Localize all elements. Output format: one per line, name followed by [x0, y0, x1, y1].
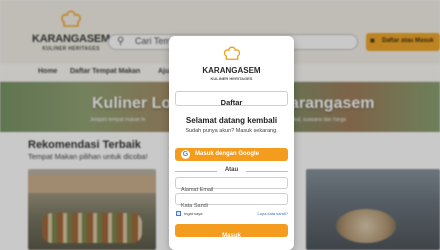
tab-register[interactable]: Daftar [175, 91, 288, 107]
divider-text: Atau [224, 167, 239, 173]
forgot-password-link[interactable]: Lupa kata sandi? [258, 211, 288, 216]
chef-hat-icon [223, 46, 240, 60]
divider-line [246, 171, 288, 172]
modal-logo-subtitle: KULINER HERITAGES [210, 76, 253, 81]
welcome-subtext: Sudah punya akun? Masuk sekarang. [185, 128, 278, 134]
password-field-wrapper [175, 193, 288, 211]
login-submit-label: Masuk [222, 233, 241, 239]
email-field-wrapper [175, 177, 288, 195]
login-modal: KARANGASEM KULINER HERITAGES Daftar Sela… [169, 36, 294, 250]
google-icon: G [181, 150, 190, 159]
google-login-button[interactable]: G Masuk dengan Google [175, 148, 288, 161]
modal-logo-brand: KARANGASEM [202, 66, 261, 75]
checkbox-box[interactable] [176, 211, 181, 216]
remember-me-checkbox[interactable]: Ingat saya [176, 210, 236, 217]
google-login-label: Masuk dengan Google [195, 151, 260, 157]
remember-me-label: Ingat saya [184, 211, 203, 216]
or-divider: Atau [175, 167, 288, 175]
welcome-heading: Selamat datang kembali [185, 116, 278, 125]
modal-logo: KARANGASEM KULINER HERITAGES [169, 46, 294, 81]
tab-register-label: Daftar [220, 98, 243, 107]
login-submit-button[interactable]: Masuk [175, 224, 288, 239]
